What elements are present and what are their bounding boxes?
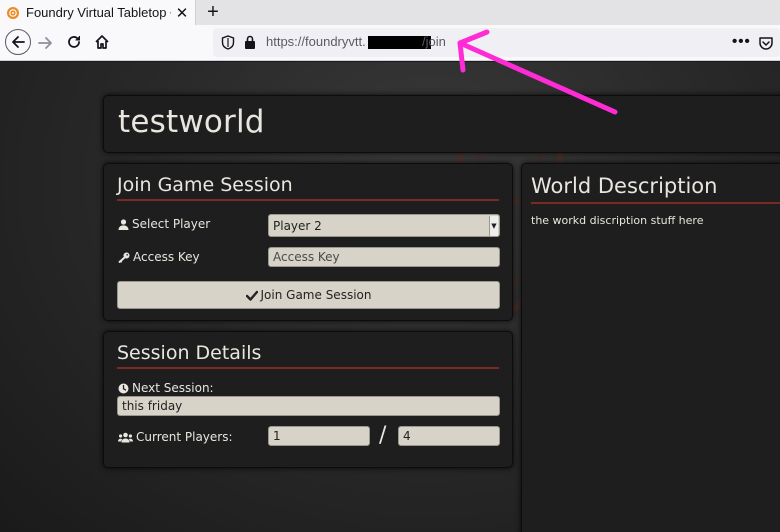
access-key-placeholder: Access Key bbox=[273, 250, 340, 264]
lock-icon[interactable] bbox=[243, 34, 257, 50]
shield-icon[interactable] bbox=[221, 35, 235, 50]
new-tab-button[interactable]: + bbox=[203, 1, 223, 23]
check-icon bbox=[245, 290, 258, 301]
world-description-text: the workd discription stuff here bbox=[531, 214, 704, 227]
select-player-label-row: Select Player bbox=[118, 217, 210, 231]
users-icon bbox=[118, 432, 133, 442]
back-arrow-icon bbox=[12, 36, 25, 48]
foundry-favicon-icon bbox=[6, 6, 20, 20]
current-players-field: 1 bbox=[268, 426, 370, 446]
next-session-label-row: Next Session: bbox=[118, 381, 214, 395]
access-key-label-row: Access Key bbox=[118, 250, 200, 264]
join-session-heading: Join Game Session bbox=[117, 174, 293, 196]
access-key-label: Access Key bbox=[133, 250, 200, 264]
current-players-value: 1 bbox=[273, 429, 281, 443]
url-text: https://foundryvtt. bbox=[266, 34, 366, 49]
forward-arrow-icon[interactable] bbox=[37, 34, 55, 52]
pocket-icon[interactable] bbox=[758, 35, 774, 51]
join-session-panel: Join Game Session Select Player Player 2… bbox=[103, 163, 513, 321]
session-details-heading: Session Details bbox=[117, 342, 262, 364]
url-bar[interactable]: https://foundryvtt. /join ••• bbox=[213, 28, 780, 57]
world-title: testworld bbox=[118, 104, 265, 140]
access-key-input[interactable]: Access Key bbox=[268, 247, 500, 267]
current-players-label-row: Current Players: bbox=[118, 430, 233, 444]
tab-close-icon[interactable]: ✕ bbox=[175, 4, 189, 22]
world-description-heading: World Description bbox=[531, 174, 718, 198]
description-heading-divider bbox=[531, 202, 780, 204]
tab-title: Foundry Virtual Tabletop • bbox=[26, 5, 171, 20]
key-icon bbox=[118, 252, 130, 263]
join-button-label: Join Game Session bbox=[260, 288, 372, 302]
page-actions-menu-icon[interactable]: ••• bbox=[732, 33, 751, 50]
user-icon bbox=[118, 218, 129, 230]
chevron-down-icon[interactable]: ▼ bbox=[489, 216, 498, 236]
max-players-value: 4 bbox=[403, 429, 411, 443]
session-heading-divider bbox=[117, 367, 499, 369]
players-separator: / bbox=[379, 423, 387, 448]
player-select[interactable]: Player 2 ▼ bbox=[268, 214, 500, 237]
session-details-panel: Session Details Next Session: this frida… bbox=[103, 331, 513, 468]
next-session-label: Next Session: bbox=[132, 381, 214, 395]
current-players-label: Current Players: bbox=[136, 430, 233, 444]
browser-nav-bar: https://foundryvtt. /join ••• bbox=[0, 25, 780, 61]
foundry-join-page: testworld Join Game Session Select Playe… bbox=[0, 62, 780, 532]
player-select-value: Player 2 bbox=[273, 218, 322, 233]
next-session-field: this friday bbox=[117, 396, 500, 416]
world-title-panel: testworld bbox=[103, 95, 780, 153]
select-player-label: Select Player bbox=[132, 217, 211, 231]
back-button[interactable] bbox=[5, 29, 31, 55]
join-heading-divider bbox=[117, 199, 499, 201]
url-path: /join bbox=[422, 34, 446, 49]
clock-icon bbox=[118, 383, 129, 393]
join-game-session-button[interactable]: Join Game Session bbox=[117, 281, 500, 309]
max-players-field: 4 bbox=[398, 426, 500, 446]
reload-icon[interactable] bbox=[65, 33, 83, 51]
next-session-value: this friday bbox=[122, 399, 183, 413]
world-description-panel: World Description the workd discription … bbox=[521, 163, 780, 532]
browser-tab[interactable]: Foundry Virtual Tabletop • ✕ bbox=[0, 0, 196, 25]
browser-tab-bar: Foundry Virtual Tabletop • ✕ + bbox=[0, 0, 780, 25]
home-icon[interactable] bbox=[93, 33, 111, 51]
